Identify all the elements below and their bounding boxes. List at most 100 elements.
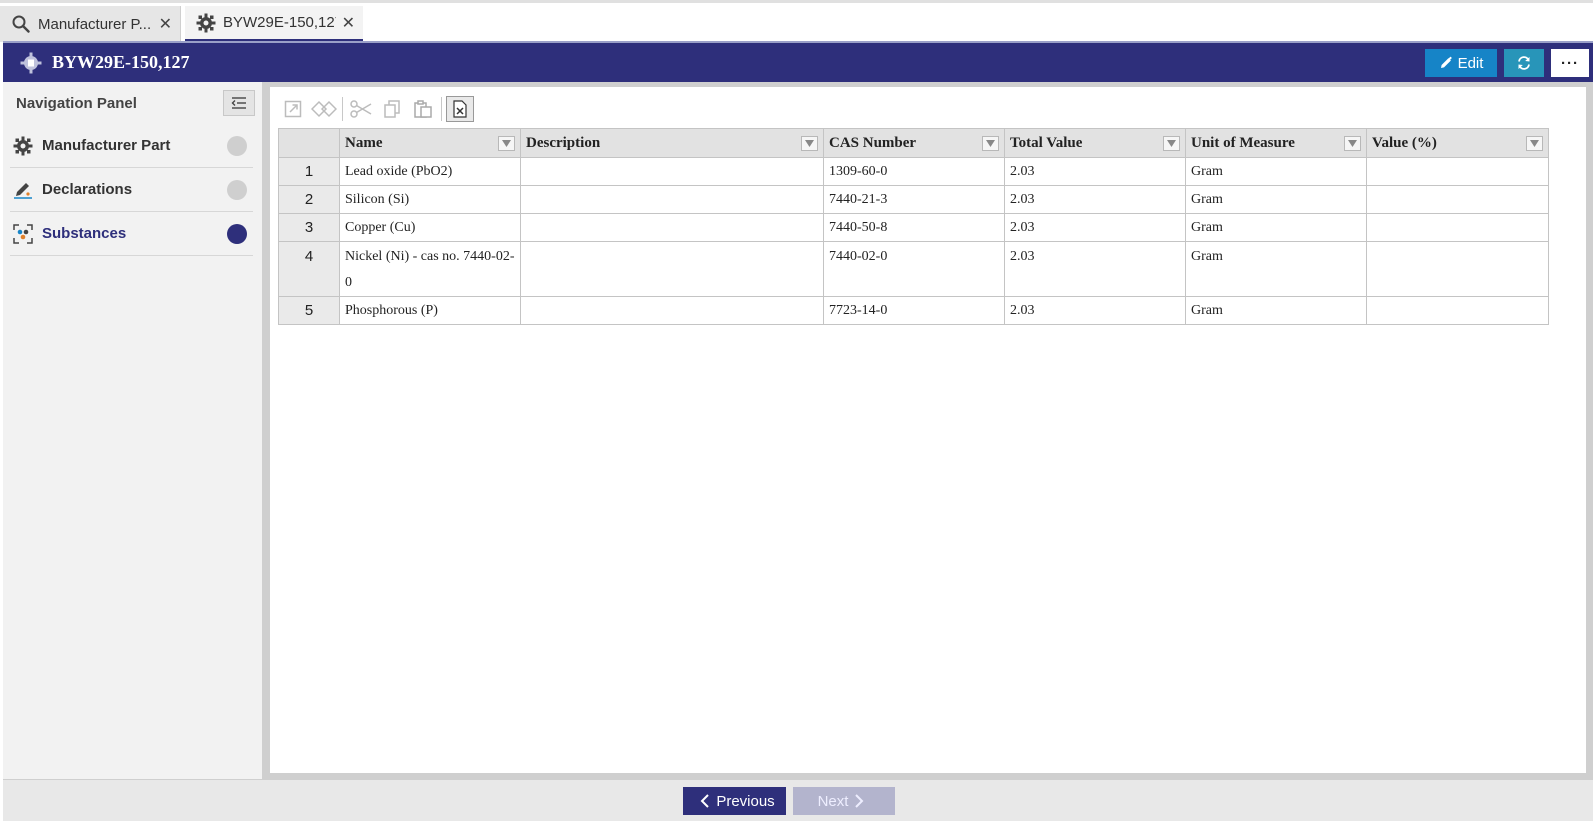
tab-part-detail[interactable]: BYW29E-150,127 ✕ — [185, 6, 363, 42]
filter-icon[interactable] — [801, 136, 818, 151]
tab-manufacturer-parts[interactable]: Manufacturer P... ✕ — [0, 6, 181, 42]
chevron-right-icon — [855, 794, 864, 808]
edit-button[interactable]: Edit — [1425, 49, 1497, 77]
cell-name[interactable]: Lead oxide (PbO2) — [339, 157, 521, 186]
close-icon[interactable]: ✕ — [159, 14, 172, 34]
pencil-icon — [1440, 56, 1452, 68]
link-button[interactable] — [310, 96, 338, 122]
cell-description[interactable] — [520, 157, 824, 186]
cell-name[interactable]: Nickel (Ni) - cas no. 7440-02-0 — [339, 241, 521, 297]
table-row[interactable]: 5 Phosphorous (P) 7723-14-0 2.03 Gram — [278, 296, 1549, 325]
cell-unit[interactable]: Gram — [1185, 157, 1367, 186]
cell-unit[interactable]: Gram — [1185, 296, 1367, 325]
cell-name[interactable]: Silicon (Si) — [339, 185, 521, 214]
filter-icon[interactable] — [1344, 136, 1361, 151]
cell-cas-number[interactable]: 1309-60-0 — [823, 157, 1005, 186]
open-button[interactable] — [279, 96, 307, 122]
column-header-label: Unit of Measure — [1191, 134, 1295, 151]
paste-button[interactable] — [409, 96, 437, 122]
cell-total-value[interactable]: 2.03 — [1004, 296, 1186, 325]
filter-icon[interactable] — [1526, 136, 1543, 151]
link-icon — [311, 100, 337, 118]
cell-name[interactable]: Copper (Cu) — [339, 213, 521, 242]
column-header-total-value[interactable]: Total Value — [1004, 128, 1186, 158]
row-number-header — [278, 128, 340, 158]
cell-unit[interactable]: Gram — [1185, 213, 1367, 242]
filter-icon[interactable] — [498, 136, 515, 151]
column-header-label: Name — [345, 134, 383, 151]
open-icon — [284, 100, 302, 118]
main-content: Name Description CAS Number Total Value … — [263, 82, 1593, 779]
excel-export-icon — [453, 100, 467, 118]
cell-cas-number[interactable]: 7440-02-0 — [823, 241, 1005, 297]
cell-description[interactable] — [520, 296, 824, 325]
status-indicator — [227, 179, 247, 200]
part-chip-icon — [19, 51, 43, 75]
cell-value-percent[interactable] — [1366, 296, 1549, 325]
row-number: 3 — [278, 213, 340, 242]
substances-panel: Name Description CAS Number Total Value … — [270, 87, 1586, 773]
sidebar-item-manufacturer-part[interactable]: Manufacturer Part — [10, 124, 253, 168]
cell-cas-number[interactable]: 7723-14-0 — [823, 296, 1005, 325]
column-header-unit-of-measure[interactable]: Unit of Measure — [1185, 128, 1367, 158]
next-label: Next — [817, 792, 849, 810]
navigation-panel-header: Navigation Panel — [3, 82, 262, 124]
column-header-value-percent[interactable]: Value (%) — [1366, 128, 1549, 158]
navigation-panel: Navigation Panel Manufacturer Part Decla… — [3, 82, 263, 779]
table-row[interactable]: 1 Lead oxide (PbO2) 1309-60-0 2.03 Gram — [278, 157, 1549, 186]
sidebar-item-declarations[interactable]: Declarations — [10, 168, 253, 212]
cell-description[interactable] — [520, 185, 824, 214]
substances-table: Name Description CAS Number Total Value … — [278, 128, 1549, 325]
filter-icon[interactable] — [1163, 136, 1180, 151]
cell-value-percent[interactable] — [1366, 185, 1549, 214]
cell-value-percent[interactable] — [1366, 157, 1549, 186]
cell-name[interactable]: Phosphorous (P) — [339, 296, 521, 325]
cell-value-percent[interactable] — [1366, 213, 1549, 242]
pen-icon — [12, 179, 34, 201]
paste-icon — [414, 100, 432, 118]
cell-description[interactable] — [520, 213, 824, 242]
column-header-name[interactable]: Name — [339, 128, 521, 158]
sidebar-item-substances[interactable]: Substances — [10, 212, 253, 256]
more-options-button[interactable]: ··· — [1551, 49, 1589, 77]
cell-cas-number[interactable]: 7440-50-8 — [823, 213, 1005, 242]
cell-description[interactable] — [520, 241, 824, 297]
row-number: 1 — [278, 157, 340, 186]
cell-total-value[interactable]: 2.03 — [1004, 185, 1186, 214]
copy-button[interactable] — [378, 96, 406, 122]
sidebar-item-label: Substances — [42, 225, 127, 242]
next-button[interactable]: Next — [793, 787, 895, 815]
previous-button[interactable]: Previous — [683, 787, 786, 815]
refresh-button[interactable] — [1504, 49, 1544, 77]
chevron-left-icon — [700, 794, 710, 808]
cell-total-value[interactable]: 2.03 — [1004, 157, 1186, 186]
table-row[interactable]: 3 Copper (Cu) 7440-50-8 2.03 Gram — [278, 213, 1549, 242]
previous-label: Previous — [716, 792, 775, 810]
table-row[interactable]: 4 Nickel (Ni) - cas no. 7440-02-0 7440-0… — [278, 241, 1549, 297]
page-header: BYW29E-150,127 Edit ··· — [3, 41, 1593, 82]
column-header-label: Value (%) — [1372, 134, 1437, 151]
cell-cas-number[interactable]: 7440-21-3 — [823, 185, 1005, 214]
tab-bar: Manufacturer P... ✕ BYW29E-150,127 ✕ — [0, 0, 1593, 42]
cell-value-percent[interactable] — [1366, 241, 1549, 297]
toolbar-separator — [342, 97, 343, 121]
cell-unit[interactable]: Gram — [1185, 185, 1367, 214]
close-icon[interactable]: ✕ — [342, 13, 355, 33]
column-header-cas-number[interactable]: CAS Number — [823, 128, 1005, 158]
status-indicator — [227, 223, 247, 244]
row-number: 4 — [278, 241, 340, 297]
export-excel-button[interactable] — [446, 96, 474, 122]
cut-button[interactable] — [347, 96, 375, 122]
table-row[interactable]: 2 Silicon (Si) 7440-21-3 2.03 Gram — [278, 185, 1549, 214]
cell-total-value[interactable]: 2.03 — [1004, 213, 1186, 242]
column-header-description[interactable]: Description — [520, 128, 824, 158]
cell-total-value[interactable]: 2.03 — [1004, 241, 1186, 297]
edit-label: Edit — [1457, 54, 1484, 72]
grid-toolbar — [279, 95, 477, 123]
gear-icon — [195, 12, 217, 34]
tab-label: BYW29E-150,127 — [223, 14, 336, 31]
cell-unit[interactable]: Gram — [1185, 241, 1367, 297]
column-header-label: Description — [526, 134, 601, 151]
filter-icon[interactable] — [982, 136, 999, 151]
collapse-panel-button[interactable] — [223, 90, 255, 116]
